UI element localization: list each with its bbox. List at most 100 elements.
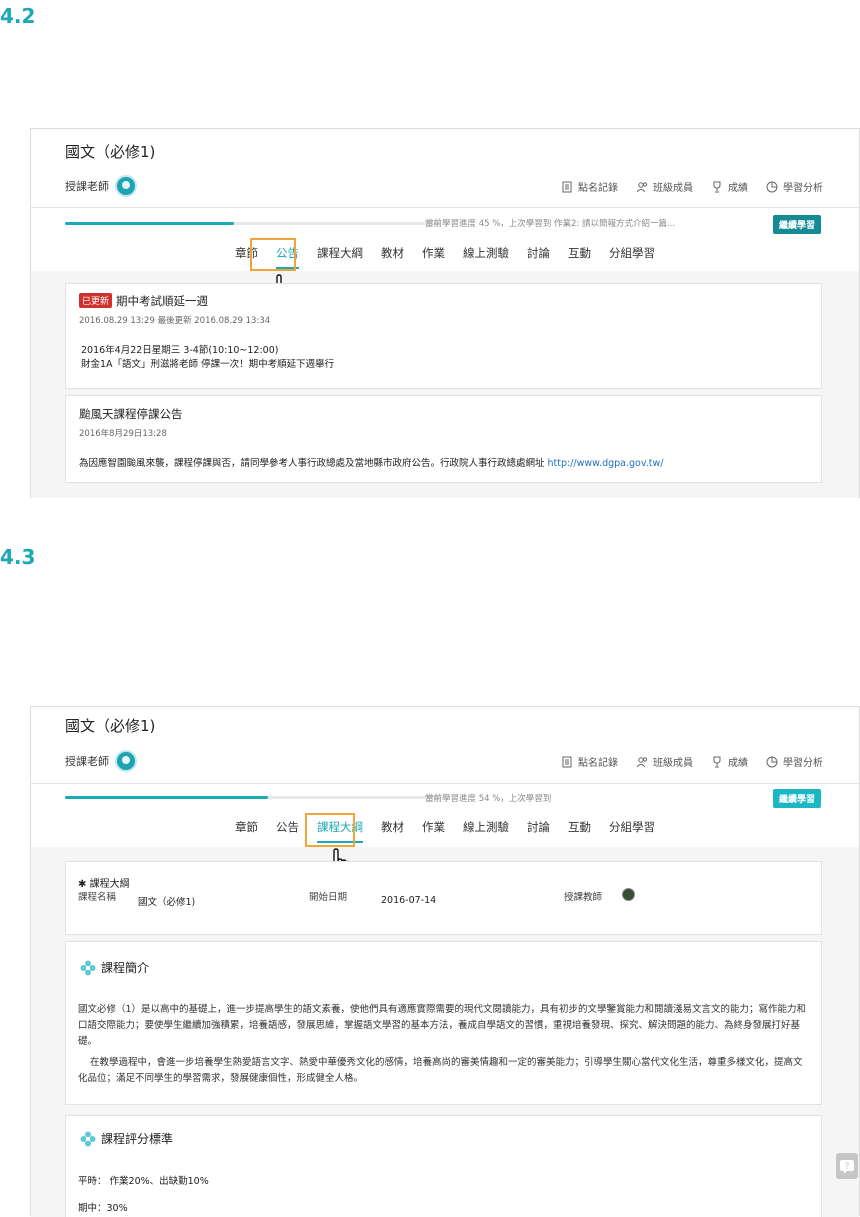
toolbar-grades[interactable]: 成績 — [711, 179, 748, 194]
course-panel-syllabus: 國文（必修1) 授課老師 點名記錄 班級成員 成績 學習分析 當前學習進度 54… — [30, 706, 860, 1217]
announcement-body-text: 為因應智園颱風來襲，課程停課與否，請同學參考人事行政總處及當地縣市政府公告。行政… — [79, 458, 548, 469]
course-intro-title: 課程簡介 — [101, 961, 150, 975]
progress-text: 當前學習進度 45 %，上次學習到 作業2: 請以簡報方式介紹一篇... — [425, 219, 676, 229]
continue-learning-button[interactable]: 繼續學習 — [772, 789, 821, 808]
tab-item[interactable]: 公告 — [267, 819, 308, 835]
course-intro-card: 課程簡介 國文必修（1）是以高中的基礎上，進一步提高學生的語文素養，使他們具有適… — [65, 941, 822, 1105]
tab-label: 線上測驗 — [463, 820, 509, 834]
content-area: 已更新 期中考試順延一週 2016.08.29 13:29 最後更新 2016.0… — [31, 271, 859, 498]
progress-bar — [65, 222, 440, 225]
tab-label: 章節 — [235, 820, 258, 834]
announcement-body-line1: 2016年4月22日星期三 3-4節(10:10~12:00) — [81, 345, 279, 356]
announcement-card[interactable]: 颱風天課程停課公告 2016年8月29日13:28 為因應智園颱風來襲，課程停課… — [65, 395, 822, 483]
tab-item[interactable]: 作業 — [413, 245, 454, 261]
progress-text: 當前學習進度 54 %，上次學習到 — [425, 794, 552, 804]
people-icon — [636, 181, 648, 192]
syllabus-info-card: ✱ 課程大綱 課程名稱 國文（必修1) 開始日期 2016-07-14 授課教師 — [65, 861, 822, 935]
toolbar-analytics-label: 學習分析 — [783, 758, 823, 769]
toolbar-grades[interactable]: 成績 — [711, 754, 748, 769]
tab-item[interactable]: 課程大綱 — [308, 245, 372, 261]
teacher-avatar[interactable] — [115, 175, 137, 197]
pie-chart-icon — [766, 181, 778, 192]
toolbar-analytics[interactable]: 學習分析 — [766, 179, 823, 194]
toolbar-analytics-label: 學習分析 — [783, 183, 823, 194]
grading-title: 課程評分標準 — [101, 1132, 174, 1146]
start-date-value: 2016-07-14 — [381, 895, 437, 906]
toolbar-attendance[interactable]: 點名記錄 — [561, 179, 618, 194]
tab-item[interactable]: 互動 — [559, 819, 600, 835]
tab-label: 線上測驗 — [463, 246, 509, 260]
toolbar-members[interactable]: 班級成員 — [636, 179, 693, 194]
grading-heading: 課程評分標準 — [80, 1130, 173, 1147]
toolbar-grades-label: 成績 — [728, 183, 748, 194]
tab-item[interactable]: 章節 — [226, 819, 267, 835]
flower-icon — [80, 1131, 96, 1146]
tab-item[interactable]: 線上測驗 — [454, 245, 518, 261]
tab-item[interactable]: 線上測驗 — [454, 819, 518, 835]
start-date-label: 開始日期 — [309, 892, 348, 903]
teacher-row: 授課老師 — [65, 750, 137, 772]
progress-bar — [65, 796, 440, 799]
tab-item[interactable]: 分組學習 — [600, 245, 664, 261]
tab-label: 互動 — [568, 820, 591, 834]
tab-item[interactable]: 互動 — [559, 245, 600, 261]
course-intro-heading: 課程簡介 — [80, 959, 149, 976]
tab-label: 分組學習 — [609, 246, 655, 260]
announcement-card[interactable]: 已更新 期中考試順延一週 2016.08.29 13:29 最後更新 2016.0… — [65, 283, 822, 389]
continue-learning-button[interactable]: 繼續學習 — [772, 215, 821, 234]
announcement-body: 為因應智園颱風來襲，課程停課與否，請同學參考人事行政總處及當地縣市政府公告。行政… — [79, 457, 663, 470]
announcement-meta: 2016年8月29日13:28 — [79, 429, 167, 439]
toolbar-attendance[interactable]: 點名記錄 — [561, 754, 618, 769]
tab-item[interactable]: 分組學習 — [600, 819, 664, 835]
dgpa-link[interactable]: http://www.dgpa.gov.tw/ — [548, 458, 664, 469]
tab-label: 作業 — [422, 246, 445, 260]
help-button[interactable]: ? — [836, 1153, 858, 1179]
tab-highlight-box — [305, 813, 355, 847]
course-name-value: 國文（必修1) — [138, 897, 196, 908]
course-name-label: 課程名稱 — [78, 892, 117, 903]
syllabus-heading: ✱ 課程大綱 — [78, 875, 130, 890]
tab-item[interactable]: 討論 — [518, 245, 559, 261]
announcement-title[interactable]: 颱風天課程停課公告 — [79, 406, 183, 422]
teacher-label: 授課老師 — [65, 180, 109, 193]
trophy-icon — [713, 181, 721, 192]
tab-label: 討論 — [527, 246, 550, 260]
pie-chart-icon — [766, 756, 778, 767]
course-title: 國文（必修1) — [65, 717, 156, 735]
course-toolbar: 點名記錄 班級成員 成績 學習分析 — [561, 754, 823, 769]
toolbar-grades-label: 成績 — [728, 758, 748, 769]
question-bubble-icon: ? — [840, 1160, 854, 1174]
course-toolbar: 點名記錄 班級成員 成績 學習分析 — [561, 179, 823, 194]
grading-line-2: 期中：30% — [78, 1203, 128, 1214]
tab-label: 作業 — [422, 820, 445, 834]
announcement-body-line2: 財金1A「語文」刑滋將老師 停課一次！期中考順延下週舉行 — [81, 359, 335, 370]
toolbar-members-label: 班級成員 — [653, 758, 693, 769]
divider — [31, 207, 859, 208]
toolbar-attendance-label: 點名記錄 — [578, 758, 618, 769]
content-area: ✱ 課程大綱 課程名稱 國文（必修1) 開始日期 2016-07-14 授課教師… — [31, 847, 859, 1217]
instructor-avatar[interactable] — [622, 888, 635, 901]
divider — [31, 783, 859, 784]
toolbar-attendance-label: 點名記錄 — [578, 183, 618, 194]
toolbar-members[interactable]: 班級成員 — [636, 754, 693, 769]
course-panel-announcements: 國文（必修1) 授課老師 點名記錄 班級成員 成績 學習分析 當前學習進度 45… — [30, 128, 860, 498]
tab-label: 討論 — [527, 820, 550, 834]
tab-item[interactable]: 教材 — [372, 245, 413, 261]
tab-label: 教材 — [381, 246, 404, 260]
tab-label: 公告 — [276, 820, 299, 834]
course-tabs: 章節 公告 課程大綱 教材 作業 線上測驗 討論 互動 分組學習 — [31, 819, 859, 843]
teacher-avatar[interactable] — [115, 750, 137, 772]
grading-line-1: 平時： 作業20%、出缺勤10% — [78, 1176, 209, 1187]
tab-item[interactable]: 作業 — [413, 819, 454, 835]
updated-badge: 已更新 — [79, 293, 113, 308]
document-icon — [562, 181, 572, 192]
toolbar-analytics[interactable]: 學習分析 — [766, 754, 823, 769]
toolbar-members-label: 班級成員 — [653, 183, 693, 194]
course-name-row: 課程名稱 — [78, 889, 116, 903]
tab-item[interactable]: 討論 — [518, 819, 559, 835]
tab-item[interactable]: 教材 — [372, 819, 413, 835]
announcement-meta: 2016.08.29 13:29 最後更新 2016.08.29 13:34 — [79, 316, 271, 326]
tab-label: 互動 — [568, 246, 591, 260]
announcement-title[interactable]: 已更新 期中考試順延一週 — [79, 293, 208, 309]
course-intro-paragraph-2: 在教學過程中，會進一步培養學生熱愛語言文字、熱愛中華優秀文化的感情，培養高尚的審… — [78, 1057, 803, 1084]
